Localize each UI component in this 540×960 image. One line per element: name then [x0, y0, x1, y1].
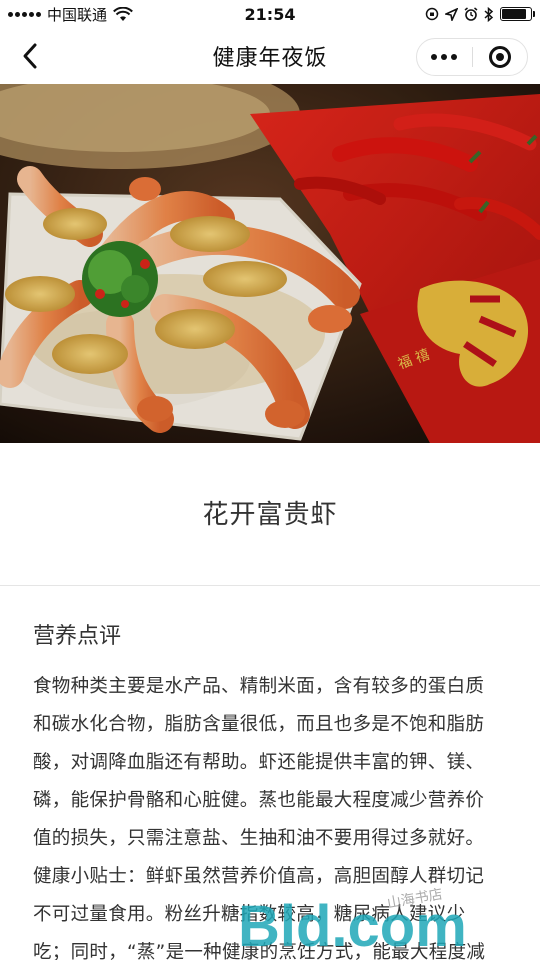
article-line: 不可过量食用。粉丝升糖指数较高，糖尿病人建议少 [33, 904, 466, 925]
back-button[interactable] [12, 38, 48, 74]
more-dots-icon [431, 54, 438, 60]
nutrition-article: 食物种类主要是水产品、精制米面，含有较多的蛋白质 和碳水化合物，脂肪含量很低，而… [33, 668, 511, 960]
article-line: 食物种类主要是水产品、精制米面，含有较多的蛋白质 [33, 676, 485, 697]
article-line: 酸，对调降血脂还有帮助。虾还能提供丰富的钾、镁、 [33, 752, 485, 773]
article-line: 吃；同时，“蒸”是一种健康的烹饪方式，能最大程度减 [33, 942, 486, 960]
alarm-icon [464, 7, 478, 21]
mini-program-close-icon [488, 46, 511, 68]
signal-icon [8, 11, 41, 17]
page-title: 健康年夜饭 [212, 46, 328, 71]
close-button[interactable] [473, 39, 528, 75]
location-icon [445, 7, 458, 21]
screen-lock-icon [425, 7, 439, 21]
mini-program-capsule [416, 38, 528, 76]
status-right [425, 6, 535, 22]
article-line: 健康小贴士：鲜虾虽然营养价值高，高胆固醇人群切记 [33, 866, 485, 887]
dish-photo: 福 禧 [0, 84, 540, 443]
wifi-icon [113, 6, 133, 21]
shrimp-dish-photo: 福 禧 [0, 84, 540, 443]
more-button[interactable] [417, 39, 472, 75]
article-line: 磷，能保护骨骼和心脏健。蒸也能最大程度减少营养价 [33, 790, 485, 811]
nav-bar: 健康年夜饭 [0, 28, 540, 84]
article-line: 和碳水化合物，脂肪含量很低，而且也多是不饱和脂肪 [33, 714, 485, 735]
bluetooth-icon [484, 6, 494, 22]
carrier-label: 中国联通 [47, 5, 108, 24]
status-left: 中国联通 [8, 4, 133, 25]
chevron-left-icon [23, 43, 37, 69]
battery-fill [502, 9, 526, 19]
section-title: 营养点评 [33, 624, 122, 649]
status-bar: 中国联通 21:54 [0, 0, 540, 28]
dish-title: 花开富贵虾 [202, 500, 338, 530]
article-line: 值的损失，只需注意盐、生抽和油不要用得过多就好。 [33, 828, 485, 849]
section-divider [0, 585, 540, 586]
battery-icon [500, 7, 535, 21]
